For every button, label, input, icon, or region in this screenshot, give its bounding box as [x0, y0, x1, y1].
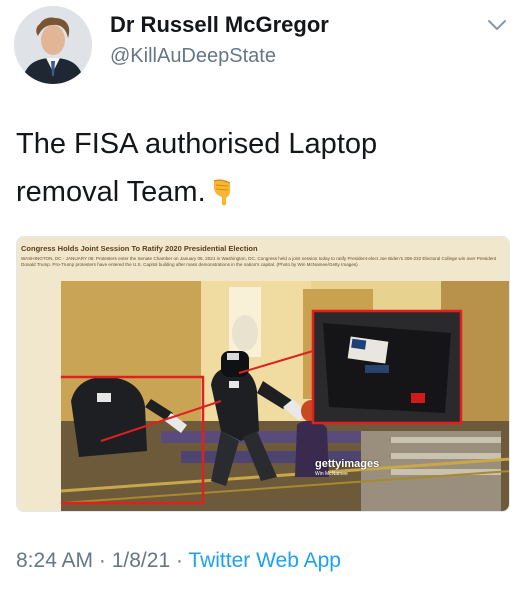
- separator: ·: [170, 549, 189, 572]
- separator: ·: [93, 549, 112, 572]
- source-app-link[interactable]: Twitter Web App: [188, 549, 341, 572]
- profile-photo-icon: [14, 6, 92, 84]
- user-handle[interactable]: @KillAuDeepState: [110, 45, 276, 68]
- tweet-body: The FISA authorised Laptop removal Team.: [16, 128, 378, 208]
- tweet-time[interactable]: 8:24 AM: [16, 549, 93, 572]
- tweet-image[interactable]: Congress Holds Joint Session To Ratify 2…: [16, 236, 510, 512]
- senate-chamber-photo: [61, 281, 509, 511]
- avatar[interactable]: [14, 6, 92, 84]
- tweet-meta: 8:24 AM · 1/8/21 · Twitter Web App: [16, 549, 341, 573]
- image-subcaption: WASHINGTON, DC - JANUARY 06: Protesters …: [21, 256, 497, 267]
- pointing-down-hand-icon: [210, 174, 236, 222]
- chevron-down-icon[interactable]: [486, 16, 508, 34]
- photo-credit: Win McNamee: [315, 471, 348, 477]
- tweet-text: The FISA authorised Laptop removal Team.: [16, 120, 486, 222]
- image-caption: Congress Holds Joint Session To Ratify 2…: [21, 244, 258, 253]
- display-name[interactable]: Dr Russell McGregor: [110, 12, 329, 38]
- getty-watermark: gettyimages: [315, 458, 380, 470]
- tweet-date[interactable]: 1/8/21: [112, 549, 170, 572]
